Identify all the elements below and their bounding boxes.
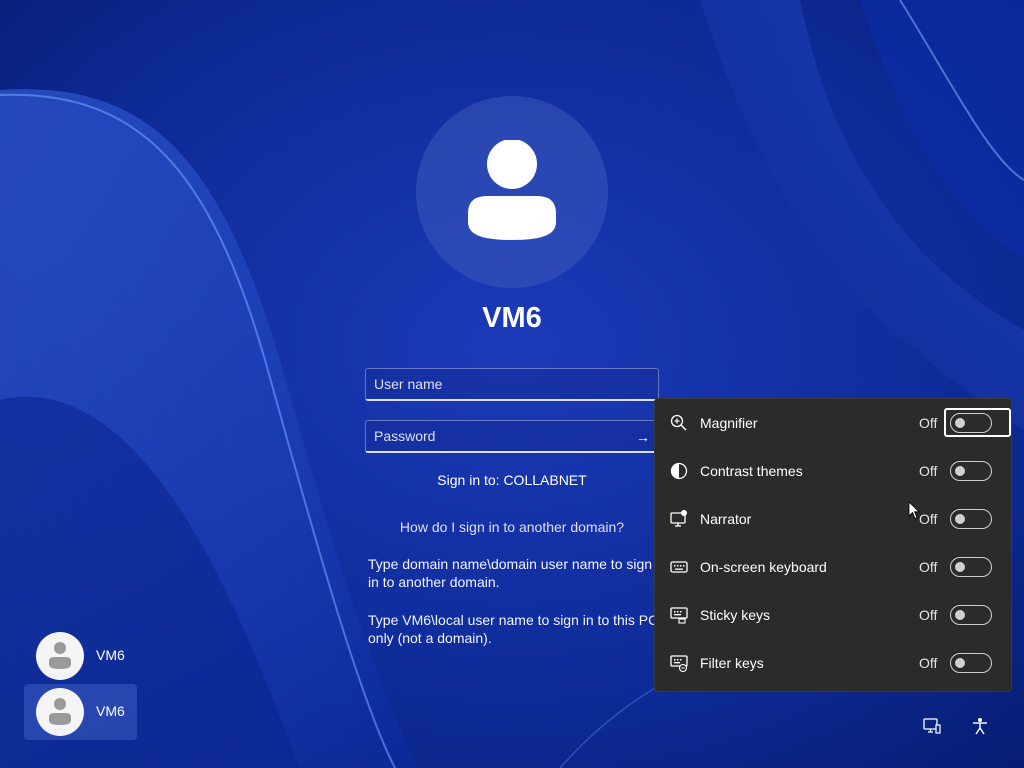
filter-keys-icon [670,655,688,673]
magnifier-toggle[interactable] [950,413,992,433]
a11y-item-filter-keys[interactable]: Filter keys Off [655,639,1013,687]
a11y-item-sticky-keys[interactable]: Sticky keys Off [655,591,1013,639]
a11y-item-state: Off [919,559,938,575]
user-tile-selected[interactable]: VM6 [24,684,137,740]
a11y-item-label: Narrator [700,511,752,527]
keyboard-icon [670,561,688,573]
a11y-item-label: Contrast themes [700,463,803,479]
narrator-toggle[interactable] [950,509,992,529]
domain-help-text: Type domain name\domain user name to sig… [368,556,653,590]
person-icon [49,642,71,669]
filter-keys-toggle[interactable] [950,653,992,673]
a11y-item-label: Magnifier [700,415,758,431]
contrast-themes-toggle[interactable] [950,461,992,481]
a11y-item-label: Sticky keys [700,607,771,623]
a11y-item-on-screen-keyboard[interactable]: On-screen keyboard Off [655,543,1013,591]
contrast-icon [670,462,688,480]
on-screen-keyboard-toggle[interactable] [950,557,992,577]
sign-in-domain-text: Sign in to: COLLABNET [437,472,587,488]
user-title: VM6 [482,302,542,334]
user-tile-name: VM6 [96,647,125,663]
magnifier-icon [670,414,687,431]
person-icon [468,140,556,240]
user-tile-name: VM6 [96,703,125,719]
avatar [36,688,84,736]
a11y-item-state: Off [919,655,938,671]
username-field[interactable] [365,368,659,401]
accessibility-flyout: Magnifier Off Contrast themes Off Narrat… [654,398,1012,692]
another-domain-link[interactable]: How do I sign in to another domain? [312,519,712,535]
username-input[interactable] [366,369,658,399]
a11y-item-state: Off [919,607,938,623]
local-help-text: Type VM6\local user name to sign in to t… [368,612,659,646]
user-avatar-large [416,96,608,288]
user-tile[interactable]: VM6 [24,628,137,684]
mouse-cursor-icon [908,501,920,520]
password-field[interactable]: → [365,420,659,453]
network-icon[interactable] [922,716,942,736]
a11y-item-state: Off [919,463,938,479]
a11y-item-magnifier[interactable]: Magnifier Off [655,399,1013,447]
sticky-keys-icon [670,607,688,624]
accessibility-icon[interactable] [970,716,990,736]
a11y-item-state: Off [919,415,938,431]
a11y-item-state: Off [919,511,938,527]
a11y-item-narrator[interactable]: Narrator Off [655,495,1013,543]
submit-arrow-icon[interactable]: → [634,428,652,446]
avatar [36,632,84,680]
password-input[interactable] [366,421,658,451]
a11y-item-contrast-themes[interactable]: Contrast themes Off [655,447,1013,495]
person-icon [49,698,71,725]
a11y-item-label: On-screen keyboard [700,559,827,575]
sticky-keys-toggle[interactable] [950,605,992,625]
a11y-item-label: Filter keys [700,655,764,671]
narrator-icon [670,510,687,527]
